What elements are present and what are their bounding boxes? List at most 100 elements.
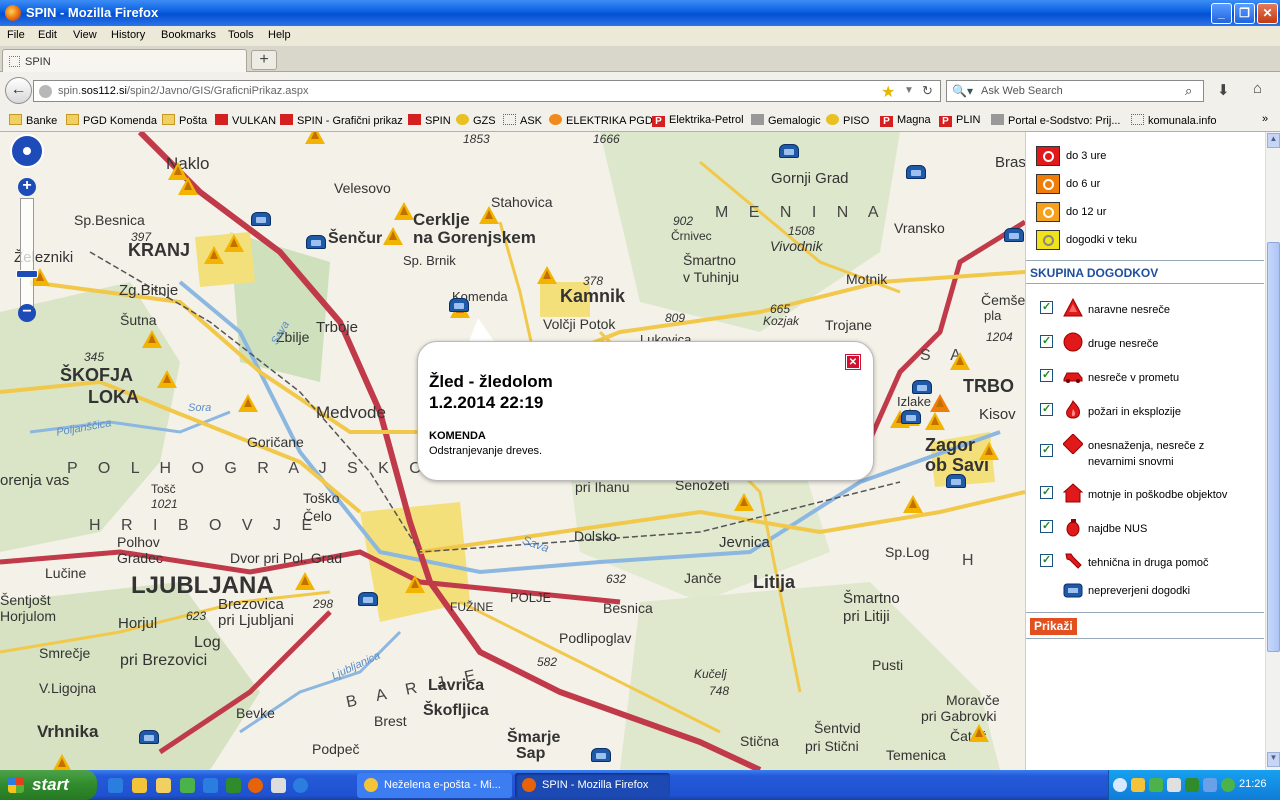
bookmark-plin[interactable]: P PLIN bbox=[939, 114, 980, 127]
media-quicklaunch-icon[interactable] bbox=[180, 778, 195, 793]
bookmark-ask[interactable]: ASK bbox=[503, 114, 542, 127]
scroll-up-icon[interactable]: ▲ bbox=[1267, 133, 1280, 148]
tray-volume-icon[interactable] bbox=[1203, 778, 1217, 792]
category-onesnazenja[interactable]: onesnaženja, nesreče znevarnimi snovmi bbox=[1040, 434, 1260, 472]
back-button[interactable]: ← bbox=[5, 77, 32, 104]
menu-view[interactable]: View bbox=[73, 29, 97, 41]
bookmark-vulkan[interactable]: VULKAN bbox=[215, 114, 276, 127]
new-tab-button[interactable]: + bbox=[251, 50, 277, 70]
search-engine-icon[interactable]: 🔍▾ bbox=[952, 84, 973, 98]
folder-quicklaunch-icon[interactable] bbox=[156, 778, 171, 793]
url-dropdown-icon[interactable]: ▼ bbox=[904, 85, 914, 96]
menu-help[interactable]: Help bbox=[268, 29, 291, 41]
event-marker-icon[interactable] bbox=[238, 394, 258, 412]
bookmark-pgd-komenda[interactable]: PGD Komenda bbox=[66, 114, 157, 127]
bookmark-e-sodstvo[interactable]: Portal e-Sodstvo: Prij... bbox=[991, 114, 1121, 127]
bookmark-komunala[interactable]: komunala.info bbox=[1131, 114, 1217, 127]
event-marker-icon[interactable] bbox=[405, 575, 425, 593]
phone-marker-icon[interactable] bbox=[591, 748, 611, 762]
media-player-quicklaunch-icon[interactable] bbox=[293, 778, 308, 793]
home-icon[interactable]: ⌂ bbox=[1253, 80, 1262, 97]
firefox-quicklaunch-icon[interactable] bbox=[248, 778, 263, 793]
category-checkbox[interactable] bbox=[1040, 443, 1053, 457]
download-icon[interactable]: ⬇ bbox=[1217, 81, 1230, 99]
category-checkbox[interactable] bbox=[1040, 553, 1053, 567]
task-button-firefox[interactable]: SPIN - Mozilla Firefox bbox=[515, 773, 670, 798]
category-checkbox[interactable] bbox=[1040, 402, 1053, 416]
category-checkbox[interactable] bbox=[1040, 485, 1053, 499]
menu-file[interactable]: File bbox=[7, 29, 25, 41]
event-marker-icon[interactable] bbox=[479, 206, 499, 224]
app-quicklaunch-icon[interactable] bbox=[271, 778, 286, 793]
menu-edit[interactable]: Edit bbox=[38, 29, 57, 41]
event-marker-icon[interactable] bbox=[903, 495, 923, 513]
phone-marker-icon[interactable] bbox=[358, 592, 378, 606]
scroll-thumb[interactable] bbox=[1267, 242, 1280, 652]
event-marker-icon[interactable] bbox=[394, 202, 414, 220]
bookmarks-overflow-button[interactable]: » bbox=[1262, 113, 1268, 125]
prikazi-button[interactable]: Prikaži bbox=[1030, 618, 1077, 635]
zoom-out-button[interactable]: − bbox=[18, 304, 36, 322]
category-objekti[interactable]: motnje in poškodbe objektov bbox=[1040, 483, 1260, 505]
event-marker-icon[interactable] bbox=[979, 442, 999, 460]
phone-marker-icon[interactable] bbox=[251, 212, 271, 226]
popup-close-button[interactable]: ✕ bbox=[845, 354, 861, 370]
tray-network-icon[interactable] bbox=[1149, 778, 1163, 792]
tab-spin[interactable]: SPIN bbox=[2, 49, 247, 72]
event-marker-icon[interactable] bbox=[52, 754, 72, 770]
tray-update-icon[interactable] bbox=[1221, 778, 1235, 792]
pan-control-icon[interactable] bbox=[10, 134, 44, 168]
search-icon[interactable]: ⌕ bbox=[1185, 83, 1192, 99]
event-marker-icon[interactable] bbox=[925, 412, 945, 430]
menu-bookmarks[interactable]: Bookmarks bbox=[161, 29, 216, 41]
ie2-quicklaunch-icon[interactable] bbox=[203, 778, 218, 793]
category-tehnicna[interactable]: tehnična in druga pomoč bbox=[1040, 551, 1260, 573]
bookmark-star-icon[interactable]: ★ bbox=[881, 82, 895, 102]
bookmark-piso[interactable]: PISO bbox=[826, 114, 869, 127]
phone-marker-icon[interactable] bbox=[449, 298, 469, 312]
event-marker-icon[interactable] bbox=[142, 330, 162, 348]
search-bar[interactable]: 🔍▾ Ask Web Search ⌕ bbox=[946, 80, 1204, 102]
page-scrollbar[interactable]: ▲ ▼ bbox=[1265, 132, 1280, 770]
event-marker-icon[interactable] bbox=[734, 493, 754, 511]
category-nus[interactable]: najdbe NUS bbox=[1040, 517, 1260, 539]
phone-marker-icon[interactable] bbox=[1004, 228, 1024, 242]
event-marker-icon[interactable] bbox=[224, 234, 244, 252]
zoom-slider-handle[interactable] bbox=[16, 270, 38, 278]
category-promet[interactable]: nesreče v prometu bbox=[1040, 366, 1260, 388]
category-checkbox[interactable] bbox=[1040, 368, 1053, 382]
category-pozari[interactable]: požari in eksplozije bbox=[1040, 400, 1260, 422]
phone-marker-icon[interactable] bbox=[306, 235, 326, 249]
scroll-down-icon[interactable]: ▼ bbox=[1267, 752, 1280, 767]
event-marker-icon[interactable] bbox=[178, 177, 198, 195]
category-naravne[interactable]: naravne nesreče bbox=[1040, 298, 1260, 320]
category-checkbox[interactable] bbox=[1040, 334, 1053, 348]
minimize-button[interactable]: _ bbox=[1211, 3, 1232, 24]
bookmark-elektrika-pgd[interactable]: ELEKTRIKA PGD bbox=[549, 114, 653, 127]
menu-tools[interactable]: Tools bbox=[228, 29, 254, 41]
phone-marker-icon[interactable] bbox=[779, 144, 799, 158]
zoom-slider[interactable] bbox=[20, 198, 34, 314]
maximize-button[interactable]: ❐ bbox=[1234, 3, 1255, 24]
bookmark-spin-graficni[interactable]: SPIN - Grafični prikaz bbox=[280, 114, 403, 127]
task-button-mail[interactable]: Neželena e-pošta - Mi... bbox=[357, 773, 512, 798]
bookmark-gzs[interactable]: GZS bbox=[456, 114, 496, 127]
event-marker-icon[interactable] bbox=[204, 246, 224, 264]
bookmark-posta[interactable]: Pošta bbox=[162, 114, 207, 127]
menu-history[interactable]: History bbox=[111, 29, 145, 41]
ie-quicklaunch-icon[interactable] bbox=[108, 778, 123, 793]
bookmark-banke[interactable]: Banke bbox=[9, 114, 57, 127]
reload-icon[interactable]: ↻ bbox=[922, 83, 933, 99]
event-marker-icon[interactable] bbox=[383, 227, 403, 245]
event-marker-icon[interactable] bbox=[930, 394, 950, 412]
url-bar[interactable]: spin.sos112.si/spin2/Javno/GIS/GraficniP… bbox=[33, 80, 941, 102]
close-button[interactable]: ✕ bbox=[1257, 3, 1278, 24]
event-marker-icon[interactable] bbox=[969, 724, 989, 742]
excel-quicklaunch-icon[interactable] bbox=[226, 778, 241, 793]
event-marker-icon[interactable] bbox=[950, 352, 970, 370]
phone-marker-icon[interactable] bbox=[906, 165, 926, 179]
phone-marker-icon[interactable] bbox=[901, 410, 921, 424]
tray-app-icon[interactable] bbox=[1185, 778, 1199, 792]
tray-expand-icon[interactable] bbox=[1113, 778, 1127, 792]
bookmark-spin[interactable]: SPIN bbox=[408, 114, 451, 127]
